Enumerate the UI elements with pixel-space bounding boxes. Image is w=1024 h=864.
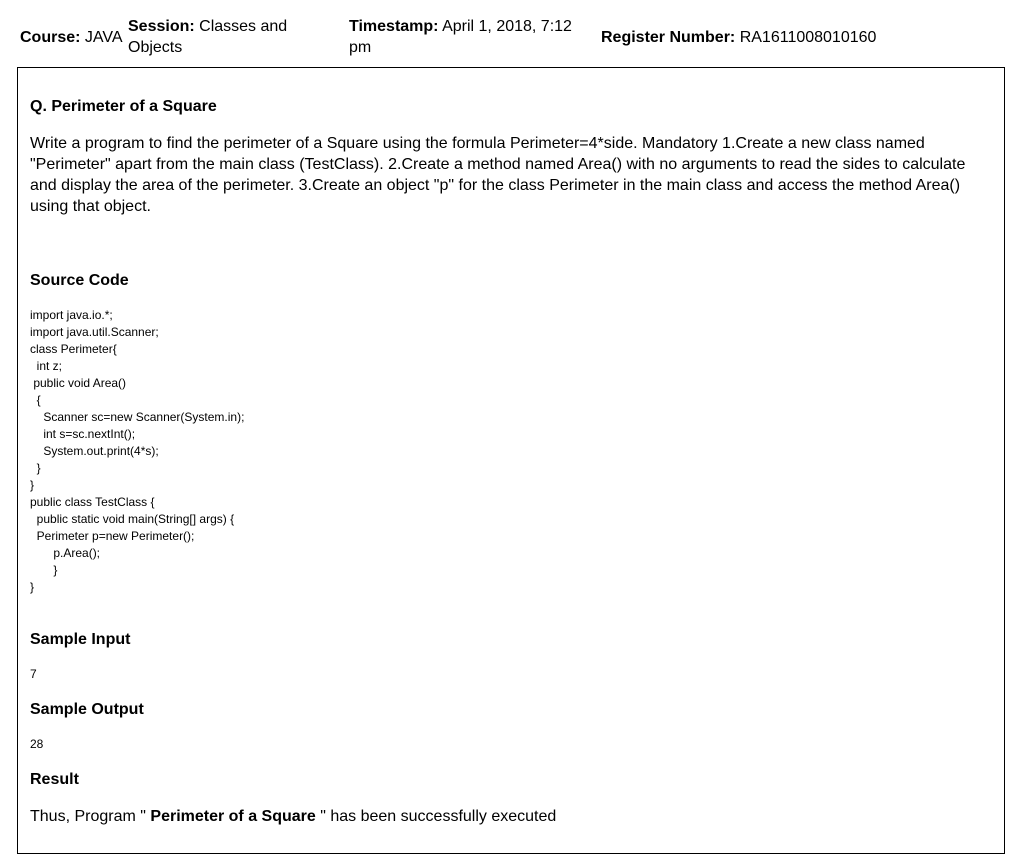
course-value: JAVA bbox=[84, 29, 123, 46]
sample-output-heading: Sample Output bbox=[30, 701, 144, 718]
question-description: Write a program to find the perimeter of… bbox=[30, 133, 980, 217]
source-code-heading: Source Code bbox=[30, 272, 129, 289]
timestamp-field: Timestamp: April 1, 2018, 7:12 pm bbox=[349, 16, 589, 58]
sample-output-value: 28 bbox=[30, 737, 44, 751]
sample-input-heading: Sample Input bbox=[30, 631, 131, 648]
register-number-label: Register Number: bbox=[601, 29, 736, 46]
course-label: Course: bbox=[20, 29, 81, 46]
course-field: Course: JAVA bbox=[20, 27, 123, 48]
result-suffix: " has been successfully executed bbox=[315, 808, 557, 825]
result-prefix: Thus, Program " bbox=[30, 808, 151, 825]
report-body: Q. Perimeter of a Square Write a program… bbox=[17, 67, 1005, 854]
register-number-field: Register Number: RA1611008010160 bbox=[601, 27, 876, 48]
session-field: Session: Classes and Objects bbox=[128, 16, 328, 58]
timestamp-label: Timestamp: bbox=[349, 18, 439, 35]
result-heading: Result bbox=[30, 771, 79, 788]
question-text: Write a program to find the perimeter of… bbox=[30, 135, 970, 215]
question-title: Q. Perimeter of a Square bbox=[30, 98, 217, 115]
result-program-name: Perimeter of a Square bbox=[150, 808, 316, 825]
register-number-value: RA1611008010160 bbox=[739, 29, 877, 46]
result-statement: Thus, Program " Perimeter of a Square " … bbox=[30, 807, 556, 827]
session-label: Session: bbox=[128, 18, 195, 35]
report-header: Course: JAVA Session: Classes and Object… bbox=[0, 0, 1024, 66]
sample-input-value: 7 bbox=[30, 667, 37, 681]
source-code-block: import java.io.*; import java.util.Scann… bbox=[30, 308, 245, 594]
